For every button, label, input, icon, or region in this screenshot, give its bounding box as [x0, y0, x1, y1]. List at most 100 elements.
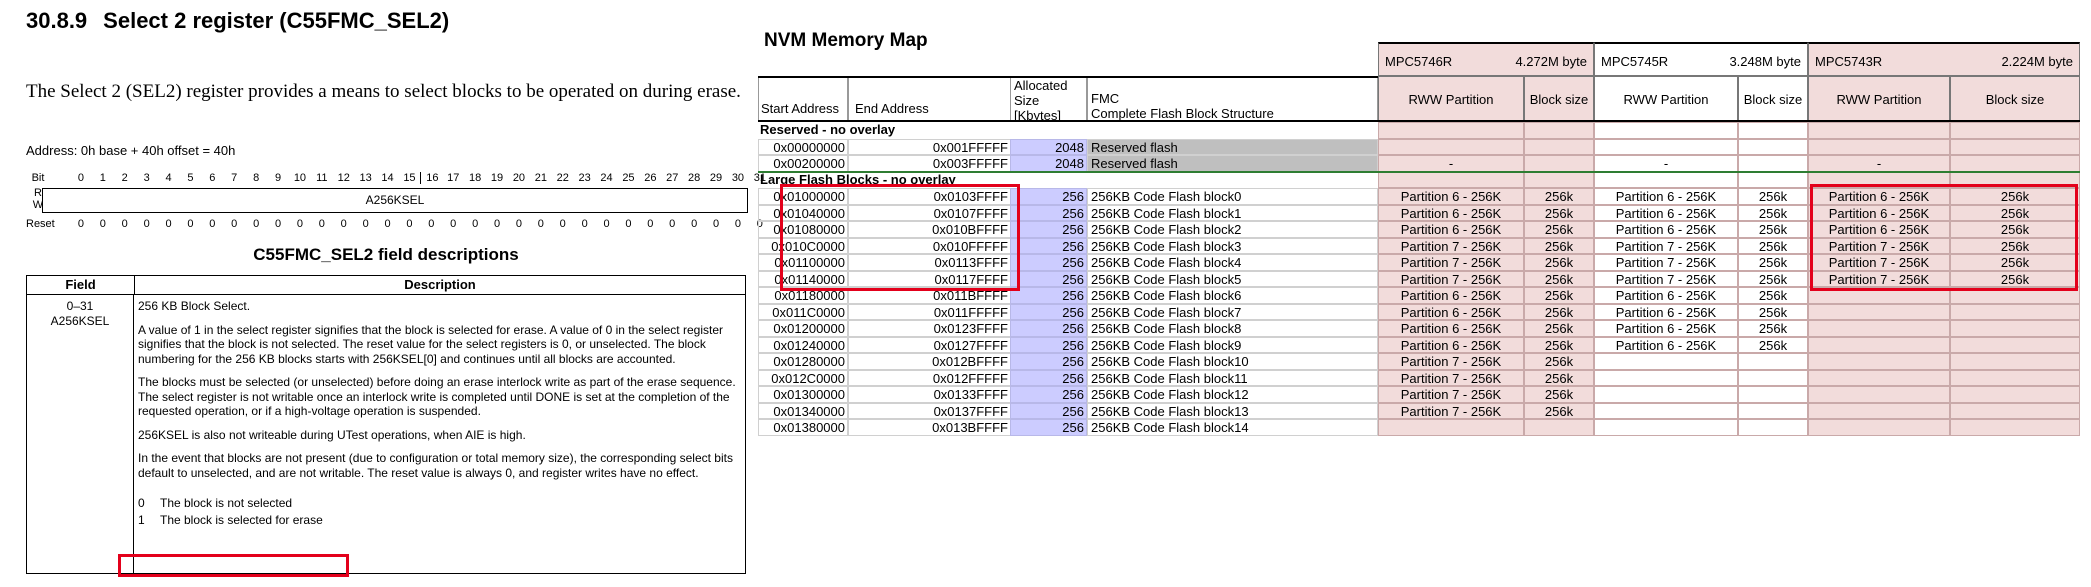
start-address: 0x01240000	[758, 336, 848, 353]
rww-partition: Partition 7 - 256K	[1378, 402, 1524, 419]
section-title-text: Select 2 register (C55FMC_SEL2)	[103, 8, 450, 33]
block-size: 256k	[1738, 270, 1808, 287]
rww-partition: Partition 6 - 256K	[1808, 204, 1950, 221]
fmc-header-cell: FMC Complete Flash Block Structure	[1087, 76, 1378, 121]
fmc-block: 256KB Code Flash block4	[1087, 254, 1378, 271]
block-size: 256k	[1524, 353, 1594, 370]
end-address: 0x012BFFFF	[848, 353, 1011, 370]
option-row: 0 The block is not selected	[138, 495, 741, 512]
rww-header: RWW Partition	[1808, 76, 1950, 121]
block-size: 256k	[1524, 188, 1594, 205]
bit-number: 13	[359, 172, 372, 184]
block-size	[1950, 138, 2080, 155]
block-size: 256k	[1738, 221, 1808, 238]
end-address: 0x0113FFFF	[848, 254, 1011, 271]
description-paragraph: 256 KB Block Select.	[138, 299, 251, 313]
section-rww-cell	[1378, 171, 1524, 188]
start-address: 0x011C0000	[758, 303, 848, 320]
block-size	[1738, 353, 1808, 370]
block-size: 256k	[1738, 303, 1808, 320]
block-size: 256k	[1950, 237, 2080, 254]
field-cell: 0–31 A256KSEL	[27, 295, 134, 573]
bit-number: 1	[99, 172, 106, 184]
section-row: Large Flash Blocks - no overlay	[760, 171, 956, 187]
block-size: 256k	[1524, 287, 1594, 304]
block-size: 256k	[1524, 254, 1594, 271]
section-divider	[758, 170, 2080, 173]
block-size	[1950, 155, 2080, 172]
reset-value: 0	[515, 218, 522, 230]
allocated-size: 256	[1010, 287, 1087, 304]
allocated-header-text: Size	[1014, 93, 1040, 108]
option-text: The block is selected for erase	[160, 513, 323, 527]
reset-value: 0	[603, 218, 610, 230]
allocated-header-text: Allocated	[1014, 78, 1068, 93]
block-size	[1524, 419, 1594, 436]
bit-number: 24	[600, 172, 613, 184]
reset-value: 0	[493, 218, 501, 230]
block-size	[1738, 402, 1808, 419]
start-address: 0x00000000	[758, 138, 848, 155]
fmc-block: 256KB Code Flash block7	[1087, 303, 1378, 320]
bit-number: 3	[143, 172, 150, 184]
start-address: 0x01280000	[758, 353, 848, 370]
allocated-size: 256	[1010, 221, 1087, 238]
allocated-size: 256	[1010, 402, 1087, 419]
section-rww-cell	[1594, 122, 1738, 139]
end-address: 0x0107FFFF	[848, 204, 1011, 221]
description-header: Description	[404, 277, 476, 292]
bit-label: Bit	[31, 172, 45, 184]
reset-value: 0	[428, 218, 435, 230]
block-size	[1950, 402, 2080, 419]
block-size	[1950, 336, 2080, 353]
rww-partition: Partition 6 - 256K	[1594, 287, 1738, 304]
rww-partition: Partition 6 - 256K	[1594, 320, 1738, 337]
description-paragraph: 256KSEL is also not writeable during UTe…	[138, 427, 526, 442]
start-address: 0x01040000	[758, 204, 848, 221]
block-size: 256k	[1738, 320, 1808, 337]
block-size: 256k	[1524, 320, 1594, 337]
field-description-table: Field Description 0–31 A256KSEL 256 KB B…	[26, 275, 746, 574]
block-size: 256k	[1738, 254, 1808, 271]
fmc-block: 256KB Code Flash block1	[1087, 204, 1378, 221]
reset-value-cells: 00000000000000000000000000000000	[70, 218, 772, 232]
rww-partition: Partition 6 - 256K	[1378, 204, 1524, 221]
block-size	[1738, 138, 1808, 155]
allocated-size: 256	[1010, 419, 1087, 436]
block-size: 256k	[1738, 188, 1808, 205]
section-rww-cell	[1808, 122, 1950, 139]
bit-number: 10	[293, 172, 307, 184]
end-address: 0x010BFFFF	[848, 221, 1011, 238]
bit-number: 30	[731, 172, 745, 184]
rww-partition: Partition 6 - 256K	[1378, 303, 1524, 320]
allocated-size: 256	[1010, 336, 1087, 353]
rww-partition: Partition 7 - 256K	[1594, 254, 1738, 271]
rww-partition: Partition 7 - 256K	[1378, 237, 1524, 254]
end-address: 0x003FFFFF	[848, 155, 1011, 172]
reset-value: 0	[253, 218, 260, 230]
start-address: 0x01380000	[758, 419, 848, 436]
bit-number: 6	[209, 172, 216, 184]
rww-partition	[1594, 353, 1738, 370]
reset-value: 0	[472, 218, 479, 230]
rww-partition	[1808, 303, 1950, 320]
reset-value: 0	[669, 218, 676, 230]
option-row: 1 The block is selected for erase	[138, 512, 741, 529]
device-name: MPC5743R	[1815, 54, 1883, 69]
block-size: 256k	[1950, 221, 2080, 238]
rww-partition: Partition 7 - 256K	[1594, 270, 1738, 287]
rww-partition	[1808, 369, 1950, 386]
block-size: 256k	[1950, 204, 2080, 221]
section-bsize-cell	[1524, 171, 1594, 188]
section-bsize-cell	[1950, 171, 2080, 188]
block-size: 256k	[1738, 204, 1808, 221]
allocated-size: 256	[1010, 188, 1087, 205]
allocated-size: 256	[1010, 386, 1087, 403]
rww-partition: Partition 7 - 256K	[1808, 237, 1950, 254]
rww-partition	[1808, 287, 1950, 304]
rww-partition: Partition 7 - 256K	[1594, 237, 1738, 254]
block-size: 256k	[1950, 270, 2080, 287]
bit-number: 20	[512, 172, 526, 184]
block-size	[1950, 419, 2080, 436]
block-size-header: Block size	[1950, 76, 2080, 121]
